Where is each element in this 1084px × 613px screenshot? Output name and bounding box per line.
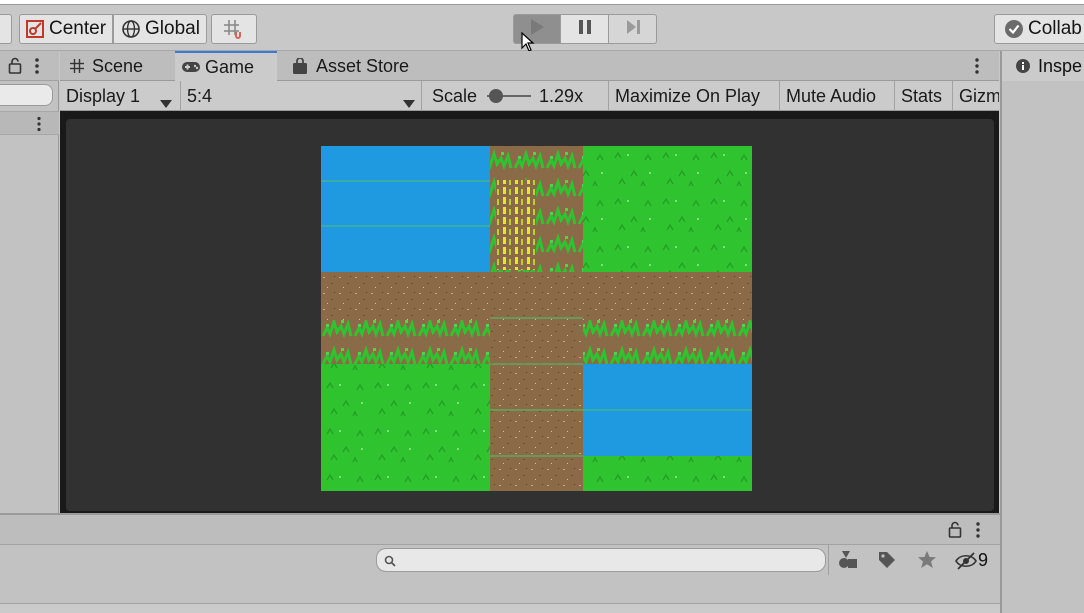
grass-top-right	[583, 146, 752, 272]
game-tilemap[interactable]	[321, 146, 752, 491]
chevron-down-icon	[403, 92, 415, 111]
project-search-input[interactable]	[376, 548, 826, 572]
game-render-area	[66, 119, 994, 511]
hierarchy-search-input[interactable]	[0, 84, 53, 106]
tabbar-menu-icon[interactable]	[974, 57, 980, 80]
step-icon	[624, 18, 642, 41]
gamepad-icon	[181, 60, 201, 74]
pivot-icon	[24, 18, 46, 40]
project-panel-header	[0, 515, 1000, 545]
toolbar-divider	[828, 545, 829, 575]
tilemap-graphic	[321, 146, 752, 491]
eye-slash-icon	[955, 551, 977, 570]
kebab-menu-icon[interactable]	[34, 57, 40, 80]
inspector-panel: Inspe	[1000, 51, 1084, 613]
info-icon	[1016, 59, 1030, 73]
scale-slider-thumb[interactable]	[489, 89, 504, 103]
tab-inspector[interactable]: Inspe	[1002, 51, 1084, 81]
tab-game[interactable]: Game	[175, 51, 277, 81]
hierarchy-scene-row[interactable]	[0, 111, 59, 135]
gizmos-dropdown[interactable]: Gizm	[953, 81, 999, 111]
tab-scene[interactable]: Scene	[64, 51, 174, 81]
main-toolbar: Center Global Collab	[0, 5, 1084, 52]
dirt-road	[321, 272, 752, 320]
search-by-type-icon[interactable]	[838, 550, 860, 575]
stats-toggle[interactable]: Stats	[895, 81, 953, 111]
pause-icon	[577, 18, 593, 41]
hierarchy-panel	[0, 51, 59, 513]
dirt-path-middle	[490, 320, 583, 364]
lock-icon[interactable]	[948, 521, 962, 543]
tab-asset-store-label: Asset Store	[316, 55, 410, 76]
stats-label: Stats	[901, 85, 943, 106]
kebab-menu-icon[interactable]	[975, 521, 981, 544]
tab-asset-store[interactable]: Asset Store	[286, 51, 436, 81]
star-icon[interactable]	[917, 550, 937, 575]
crop-row-left	[321, 320, 490, 364]
water-pond-top-left	[321, 146, 490, 272]
dirt-path-bottom	[490, 364, 583, 491]
mouse-cursor-icon	[521, 32, 535, 52]
tab-game-label: Game	[205, 56, 255, 77]
toolbar-left-edge-button[interactable]	[0, 14, 12, 44]
maximize-on-play-label: Maximize On Play	[615, 85, 761, 106]
maximize-on-play-toggle[interactable]: Maximize On Play	[609, 81, 780, 111]
collab-button[interactable]: Collab	[994, 14, 1084, 44]
pivot-space-label: Global	[145, 18, 200, 39]
display-dropdown-value: Display 1	[66, 85, 141, 106]
display-dropdown[interactable]: Display 1	[60, 81, 181, 111]
game-viewport[interactable]	[60, 111, 999, 513]
pivot-space-button[interactable]: Global	[113, 14, 207, 44]
pause-button[interactable]	[561, 14, 609, 44]
chevron-down-icon	[160, 92, 172, 111]
scale-label: Scale	[432, 85, 478, 106]
hidden-packages-count: 9	[978, 550, 989, 570]
scale-control: Scale 1.29x	[422, 81, 609, 111]
tag-icon[interactable]	[877, 550, 897, 575]
project-panel-footer	[0, 603, 1000, 613]
check-circle-icon	[1003, 18, 1025, 40]
grid-icon	[70, 59, 84, 73]
mute-audio-toggle[interactable]: Mute Audio	[780, 81, 895, 111]
hierarchy-header	[0, 51, 59, 81]
pivot-mode-label: Center	[49, 18, 107, 39]
globe-icon	[120, 18, 142, 40]
lock-icon[interactable]	[8, 57, 22, 79]
grass-bottom-left	[321, 364, 490, 491]
corn-patch	[496, 180, 536, 270]
grass-bottom-right	[583, 456, 752, 491]
aspect-dropdown-value: 5:4	[187, 85, 213, 106]
project-panel: 9	[0, 513, 1000, 613]
mute-audio-label: Mute Audio	[786, 85, 877, 106]
tab-inspector-label: Inspe	[1038, 55, 1083, 76]
view-tab-bar: Scene Game Asset Store	[60, 51, 999, 81]
gizmos-label: Gizm	[959, 85, 999, 106]
step-button[interactable]	[609, 14, 657, 44]
collab-label: Collab	[1028, 18, 1082, 39]
scene-row-menu-icon[interactable]	[36, 116, 42, 137]
scale-slider[interactable]	[487, 88, 532, 104]
grid-snap-button[interactable]	[211, 14, 257, 44]
bag-icon	[292, 57, 308, 75]
crop-row-right	[583, 320, 752, 364]
aspect-dropdown[interactable]: 5:4	[181, 81, 422, 111]
tab-scene-label: Scene	[92, 55, 144, 76]
game-view-toolbar: Display 1 5:4 Scale 1.29x Maximize On Pl…	[60, 81, 999, 111]
hidden-packages-toggle[interactable]: 9	[955, 550, 988, 571]
search-icon	[384, 554, 396, 572]
scale-value: 1.29x	[539, 85, 584, 106]
grid-snap-icon	[222, 18, 244, 40]
pivot-mode-button[interactable]: Center	[19, 14, 113, 44]
